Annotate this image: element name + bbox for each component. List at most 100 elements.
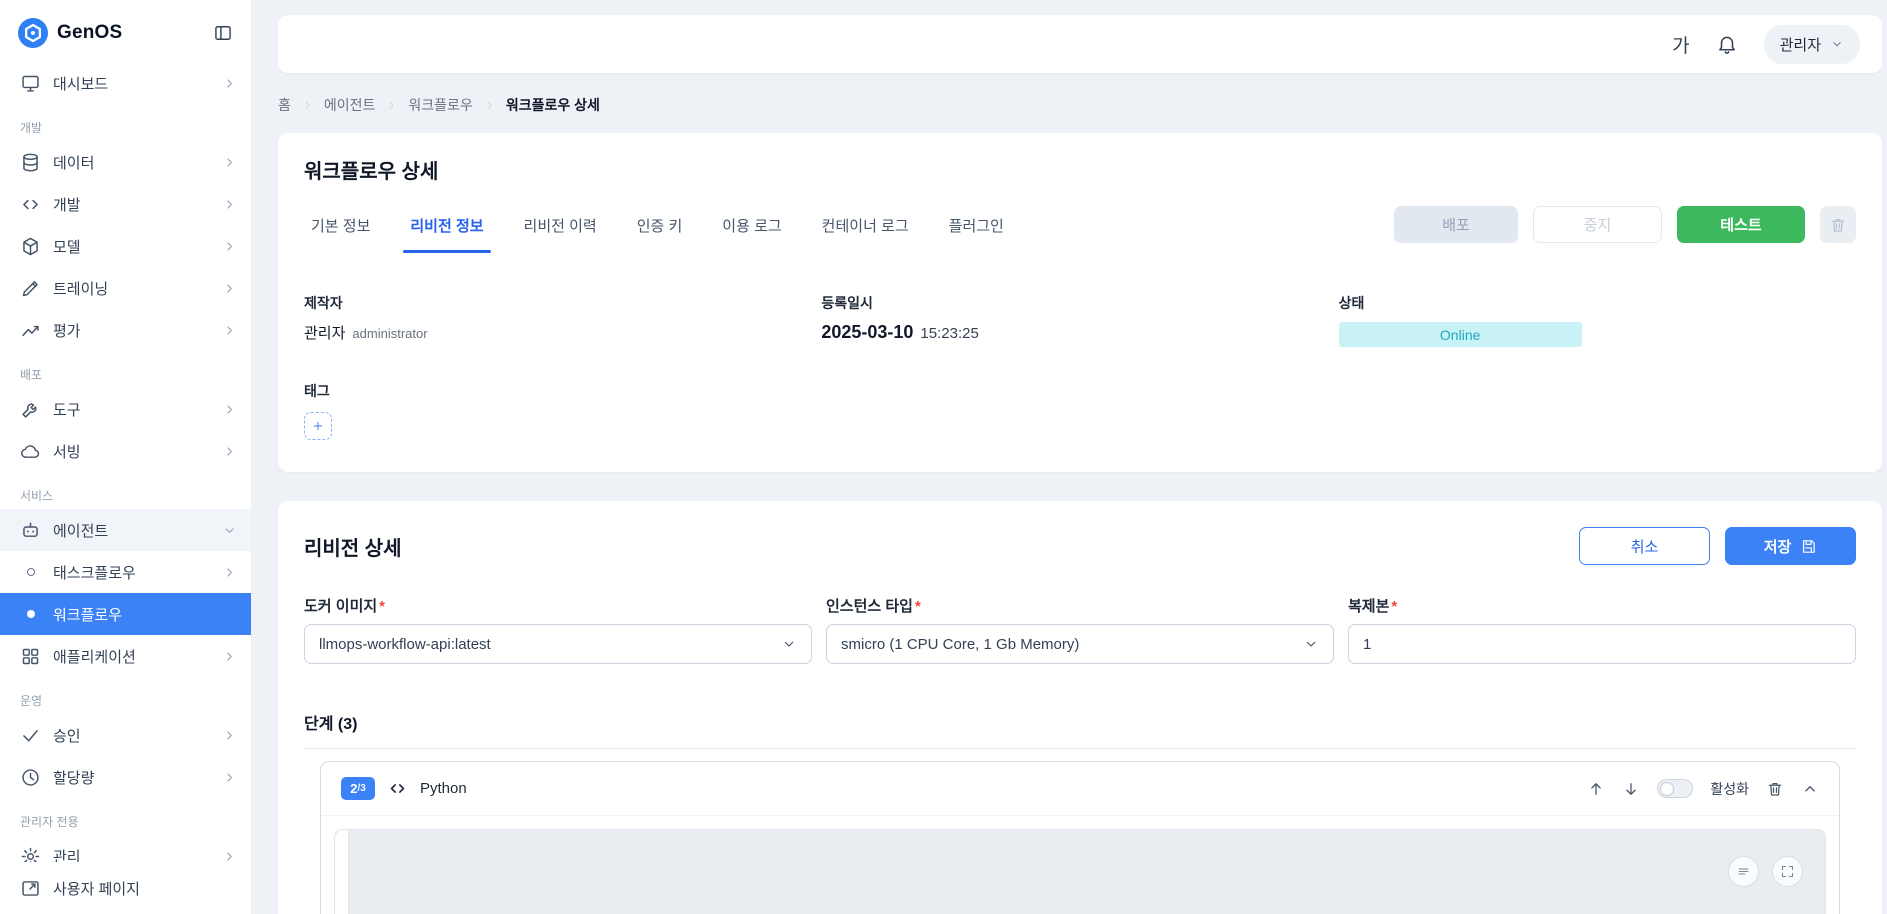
sidebar-collapse-icon[interactable] — [213, 23, 233, 43]
step-order-badge: 2/3 — [341, 777, 375, 800]
topbar: 가 관리자 — [278, 15, 1882, 73]
delete-step-icon[interactable] — [1766, 780, 1784, 798]
instance-type-select[interactable]: smicro (1 CPU Core, 1 Gb Memory) — [826, 624, 1334, 664]
chevron-right-icon — [222, 281, 237, 296]
field-label-text: 도커 이미지 — [304, 598, 377, 615]
move-step-up-icon[interactable] — [1587, 780, 1605, 798]
sidebar-item-user-page[interactable]: 사용자 페이지 — [0, 862, 251, 914]
step-order-total: /3 — [357, 783, 365, 794]
revision-title: 리비전 상세 — [304, 532, 402, 561]
chevron-right-icon — [222, 76, 237, 91]
sidebar-item-develop[interactable]: 개발 — [0, 183, 251, 225]
code-icon — [20, 194, 41, 215]
dashboard-icon — [20, 73, 41, 94]
taskflow-bullet-icon — [20, 568, 41, 576]
sidebar-item-agent[interactable]: 에이전트 — [0, 509, 251, 551]
replicas-input[interactable] — [1348, 624, 1856, 664]
sidebar-item-training[interactable]: 트레이닝 — [0, 267, 251, 309]
chevron-right-icon — [222, 239, 237, 254]
tags-label: 태그 — [304, 381, 1856, 401]
sidebar-item-label: 서빙 — [53, 441, 210, 462]
editor-gutter — [335, 830, 349, 914]
step-enable-toggle[interactable] — [1657, 779, 1693, 798]
delete-button[interactable] — [1820, 206, 1856, 243]
save-button[interactable]: 저장 — [1725, 527, 1856, 565]
sidebar-item-approval[interactable]: 승인 — [0, 714, 251, 756]
main-area: 가 관리자 홈 에이전트 워크플로우 워크플로우 상세 워크플로우 상세 기본 … — [252, 0, 1887, 914]
editor-format-icon[interactable] — [1728, 856, 1759, 887]
chevron-right-icon — [222, 728, 237, 743]
chevron-down-icon — [1303, 636, 1319, 652]
registered-date: 2025-03-10 — [821, 322, 913, 343]
test-button[interactable]: 테스트 — [1677, 206, 1805, 243]
registered-time: 15:23:25 — [920, 325, 978, 342]
detail-actions: 배포 중지 테스트 — [1394, 206, 1856, 243]
agent-icon — [20, 520, 41, 541]
user-menu[interactable]: 관리자 — [1764, 25, 1860, 64]
move-step-down-icon[interactable] — [1622, 780, 1640, 798]
step-name: Python — [420, 780, 467, 797]
sidebar-item-label: 승인 — [53, 725, 210, 746]
chevron-right-icon — [222, 402, 237, 417]
breadcrumb-home[interactable]: 홈 — [278, 95, 291, 115]
sidebar-item-label: 워크플로우 — [53, 604, 237, 625]
breadcrumb-agent[interactable]: 에이전트 — [324, 95, 376, 115]
model-box-icon — [20, 236, 41, 257]
tab-usage-log[interactable]: 이용 로그 — [715, 209, 788, 253]
notification-bell-icon[interactable] — [1716, 33, 1738, 55]
editor-fullscreen-icon[interactable] — [1772, 856, 1803, 887]
sidebar-item-tools[interactable]: 도구 — [0, 388, 251, 430]
tools-icon — [20, 399, 41, 420]
deploy-button[interactable]: 배포 — [1394, 206, 1518, 243]
add-tag-button[interactable] — [304, 412, 332, 440]
sidebar-item-label: 대시보드 — [53, 73, 210, 94]
sidebar-item-dashboard[interactable]: 대시보드 — [0, 62, 251, 104]
sidebar-item-evaluation[interactable]: 평가 — [0, 309, 251, 351]
workflow-detail-card: 워크플로우 상세 기본 정보 리비전 정보 리비전 이력 인증 키 이용 로그 … — [278, 133, 1882, 472]
collapse-step-icon[interactable] — [1801, 780, 1819, 798]
sidebar-section-dev: 개발 — [0, 104, 251, 141]
revision-form: 도커 이미지* llmops-workflow-api:latest 인스턴스 … — [304, 595, 1856, 664]
sidebar-item-application[interactable]: 애플리케이션 — [0, 635, 251, 677]
logo-text: GenOS — [57, 22, 122, 44]
chevron-right-icon — [222, 323, 237, 338]
pencil-icon — [20, 278, 41, 299]
sidebar-item-taskflow[interactable]: 태스크플로우 — [0, 551, 251, 593]
genos-logo-icon — [18, 18, 48, 48]
sidebar-item-data[interactable]: 데이터 — [0, 141, 251, 183]
replicas-label: 복제본* — [1348, 595, 1856, 616]
tab-plugin[interactable]: 플러그인 — [942, 209, 1011, 253]
sidebar-item-admin[interactable]: 관리 — [0, 835, 251, 862]
breadcrumb-separator-icon — [301, 99, 314, 112]
sidebar-item-quota[interactable]: 할당량 — [0, 756, 251, 798]
chevron-right-icon — [222, 155, 237, 170]
step-header: 2/3 Python 활성화 — [321, 762, 1839, 816]
sidebar-item-label: 평가 — [53, 320, 210, 341]
sidebar-item-label: 사용자 페이지 — [53, 878, 140, 899]
breadcrumb-workflow[interactable]: 워크플로우 — [408, 95, 472, 115]
tab-list: 기본 정보 리비전 정보 리비전 이력 인증 키 이용 로그 컨테이너 로그 플… — [304, 209, 1011, 253]
code-editor[interactable] — [334, 829, 1826, 914]
stop-button[interactable]: 중지 — [1533, 206, 1662, 243]
check-icon — [20, 725, 41, 746]
save-icon — [1800, 538, 1817, 555]
tab-revision-history[interactable]: 리비전 이력 — [517, 209, 604, 253]
docker-image-select[interactable]: llmops-workflow-api:latest — [304, 624, 812, 664]
steps-divider — [304, 748, 1856, 749]
docker-image-field: 도커 이미지* llmops-workflow-api:latest — [304, 595, 812, 664]
step-tools: 활성화 — [1587, 779, 1819, 799]
chevron-right-icon — [222, 649, 237, 664]
tab-revision-info[interactable]: 리비전 정보 — [403, 209, 490, 253]
tab-container-log[interactable]: 컨테이너 로그 — [815, 209, 916, 253]
tab-auth-key[interactable]: 인증 키 — [630, 209, 690, 253]
sidebar-item-serving[interactable]: 서빙 — [0, 430, 251, 472]
step-order-current: 2 — [350, 781, 357, 796]
sidebar-item-workflow[interactable]: 워크플로우 — [0, 593, 251, 635]
steps-count-label: 단계 (3) — [304, 710, 1856, 734]
sidebar-item-model[interactable]: 모델 — [0, 225, 251, 267]
cancel-button[interactable]: 취소 — [1579, 527, 1710, 565]
font-size-control[interactable]: 가 — [1672, 31, 1689, 58]
chevron-right-icon — [222, 197, 237, 212]
tab-basic-info[interactable]: 기본 정보 — [304, 209, 377, 253]
genos-logo[interactable]: GenOS — [18, 18, 122, 48]
